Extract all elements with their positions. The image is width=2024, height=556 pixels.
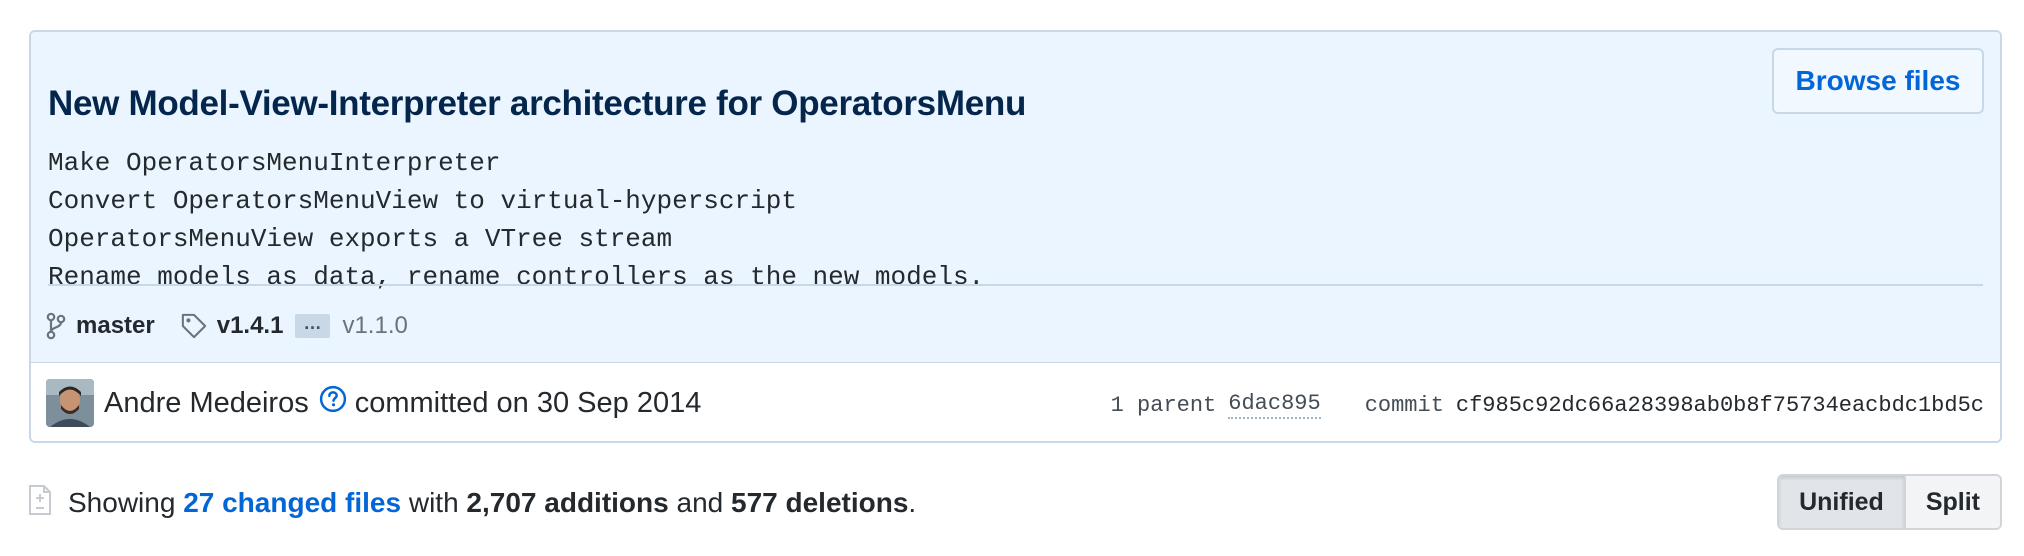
- commit-sha: cf985c92dc66a28398ab0b8f75734eacbdc1bd5c: [1455, 392, 1984, 418]
- commit-description-line: Convert OperatorsMenuView to virtual-hyp…: [48, 186, 797, 216]
- summary-and: and: [668, 487, 731, 518]
- diff-view-toggle: Unified Split: [1777, 474, 2002, 530]
- commit-description: Make OperatorsMenuInterpreter Convert Op…: [48, 144, 984, 296]
- question-icon[interactable]: [319, 385, 347, 421]
- tag-icon: [181, 313, 207, 339]
- parent-label: 1 parent: [1110, 392, 1217, 418]
- commit-description-line: Rename models as data, rename controller…: [48, 262, 985, 292]
- commit-title: New Model-View-Interpreter architecture …: [48, 84, 1027, 123]
- commit-description-line: Make OperatorsMenuInterpreter: [48, 148, 501, 178]
- summary-period: .: [908, 487, 917, 518]
- commit-description-line: OperatorsMenuView exports a VTree stream: [48, 224, 673, 254]
- parent-sha-link[interactable]: 6dac895: [1228, 391, 1321, 419]
- divider: [48, 284, 1983, 286]
- commit-sha-info: 1 parent 6dac895 commit cf985c92dc66a283…: [1111, 385, 1984, 425]
- commit-header: New Model-View-Interpreter architecture …: [31, 32, 2000, 362]
- branch-tag-row: master v1.4.1 … v1.1.0: [46, 302, 408, 350]
- summary-showing: Showing: [68, 487, 184, 518]
- author-name[interactable]: Andre Medeiros: [104, 387, 309, 420]
- avatar[interactable]: [46, 379, 94, 427]
- browse-files-button[interactable]: Browse files: [1772, 48, 1984, 114]
- tag-oldest[interactable]: v1.1.0: [342, 312, 407, 340]
- file-diff-icon: [28, 484, 52, 523]
- commit-box: New Model-View-Interpreter architecture …: [29, 30, 2002, 443]
- summary-with: with: [401, 487, 467, 518]
- unified-button[interactable]: Unified: [1779, 476, 1904, 528]
- deletions-count: 577 deletions: [731, 487, 909, 518]
- branch-name[interactable]: master: [76, 312, 155, 340]
- diff-summary: Showing 27 changed files with 2,707 addi…: [28, 478, 916, 528]
- changed-files-link[interactable]: 27 changed files: [183, 487, 401, 519]
- additions-count: 2,707 additions: [466, 487, 669, 518]
- split-button[interactable]: Split: [1905, 476, 2000, 528]
- git-branch-icon: [46, 312, 66, 340]
- committed-date: committed on 30 Sep 2014: [354, 386, 702, 419]
- tag-latest[interactable]: v1.4.1: [217, 312, 284, 340]
- commit-label: commit: [1364, 392, 1444, 418]
- tags-ellipsis-button[interactable]: …: [295, 314, 331, 338]
- author-line: Andre Medeiros committed on 30 Sep 2014: [104, 381, 701, 425]
- commit-meta: Andre Medeiros committed on 30 Sep 2014 …: [31, 362, 2000, 441]
